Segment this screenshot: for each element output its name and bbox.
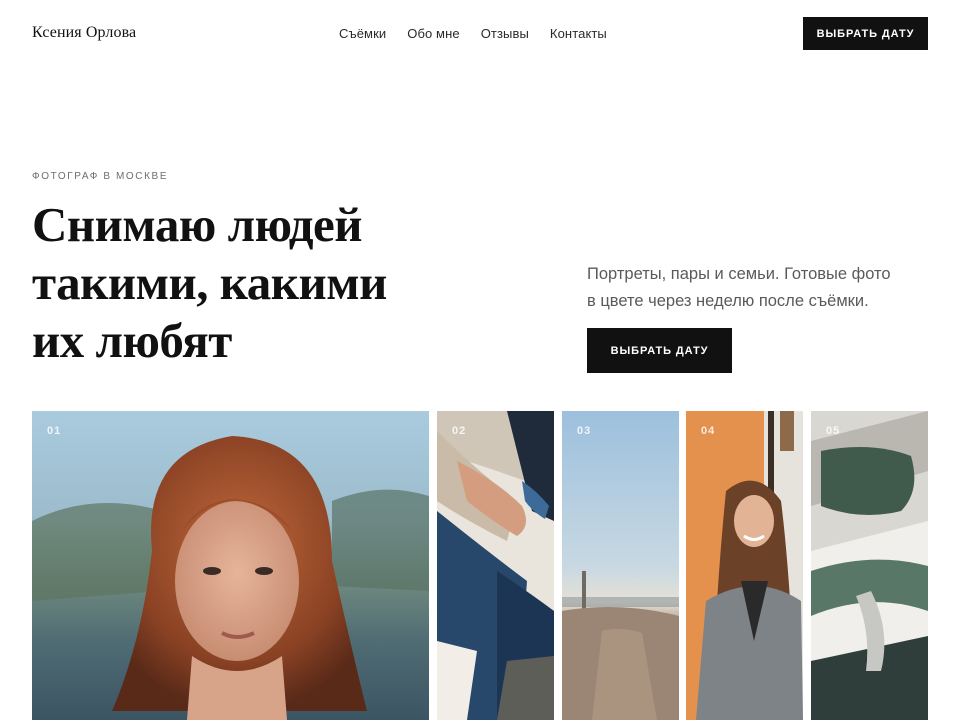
woman-portrait-photo — [686, 411, 803, 720]
hero-subtitle: Портреты, пары и семьи. Готовые фото в ц… — [587, 261, 932, 315]
gallery-photo-05[interactable]: 05 — [811, 411, 928, 720]
gallery-photo-04[interactable]: 04 — [686, 411, 803, 720]
hero-book-date-button[interactable]: ВЫБРАТЬ ДАТУ — [587, 328, 732, 373]
hero-title-line: Снимаю людей — [32, 197, 363, 252]
site-header: Ксения Орлова Съёмки Обо мне Отзывы Конт… — [0, 0, 960, 68]
gallery-number: 04 — [701, 425, 716, 437]
couple-photo — [437, 411, 554, 720]
main-nav: Съёмки Обо мне Отзывы Контакты — [339, 26, 607, 41]
hero-eyebrow: ФОТОГРАФ В МОСКВЕ — [32, 171, 169, 182]
gallery-number: 05 — [826, 425, 841, 437]
car-interior-photo — [811, 411, 928, 720]
landscape-photo — [562, 411, 679, 720]
gallery-number: 02 — [452, 425, 467, 437]
site-logo[interactable]: Ксения Орлова — [32, 24, 136, 42]
hero-subtitle-line: в цвете через неделю после съёмки. — [587, 292, 869, 310]
gallery-photo-02[interactable]: 02 — [437, 411, 554, 720]
gallery-number: 03 — [577, 425, 592, 437]
gallery-number: 01 — [47, 425, 62, 437]
header-book-date-button[interactable]: ВЫБРАТЬ ДАТУ — [803, 17, 928, 50]
hero-subtitle-line: Портреты, пары и семьи. Готовые фото — [587, 265, 891, 283]
photo-gallery: 01 02 03 04 05 — [0, 411, 960, 720]
nav-link-about[interactable]: Обо мне — [407, 26, 459, 41]
hero-title: Снимаю людей такими, какими их любят — [32, 196, 492, 370]
hero-title-line: такими, какими — [32, 255, 387, 310]
hero-title-line: их любят — [32, 313, 232, 368]
portrait-photo — [32, 411, 429, 720]
nav-link-contacts[interactable]: Контакты — [550, 26, 607, 41]
gallery-photo-01[interactable]: 01 — [32, 411, 429, 720]
gallery-photo-03[interactable]: 03 — [562, 411, 679, 720]
nav-link-reviews[interactable]: Отзывы — [481, 26, 529, 41]
nav-link-shoots[interactable]: Съёмки — [339, 26, 386, 41]
